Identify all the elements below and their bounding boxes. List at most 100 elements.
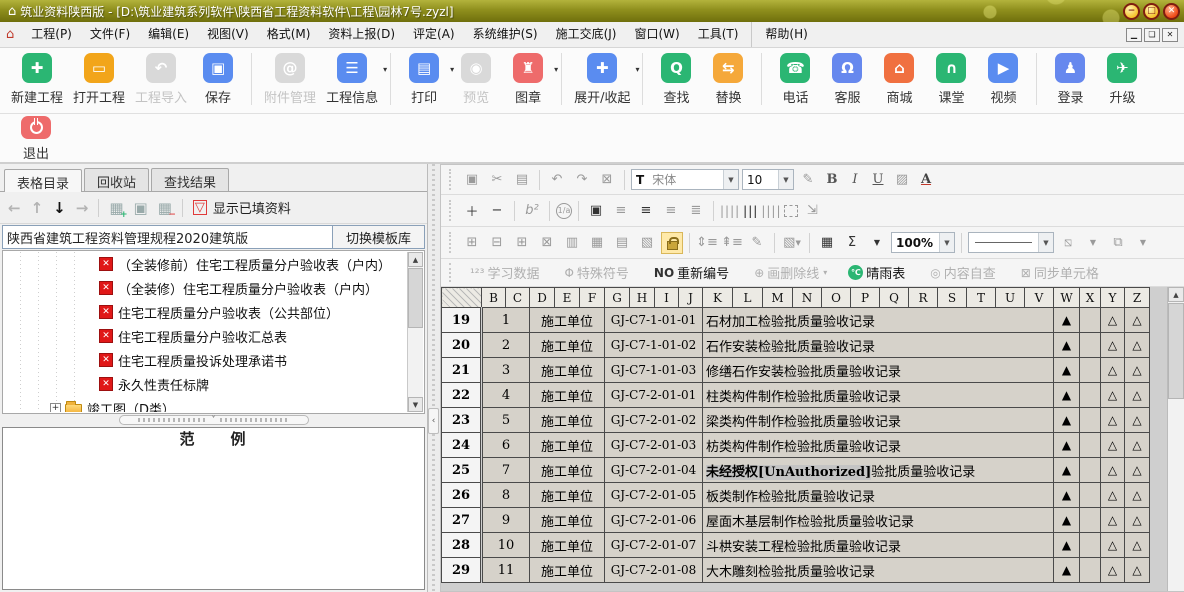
chevron-down-icon[interactable]: ▼ [939, 233, 954, 252]
cell-mark-y[interactable]: △ [1101, 408, 1125, 433]
insert-image-icon[interactable]: ▧▼ [781, 232, 803, 254]
column-header[interactable]: C [506, 288, 530, 308]
editor-action-button[interactable]: ◎ 内容自查 [921, 263, 1009, 282]
cell-seq[interactable]: 2 [482, 333, 530, 358]
cell-mark-z[interactable]: △ [1125, 433, 1150, 458]
chevron-down-icon[interactable]: ▼ [723, 170, 738, 189]
tree-expander-icon[interactable]: + [50, 403, 61, 412]
underline-button[interactable]: U [868, 172, 888, 187]
cell-mark-y[interactable]: △ [1101, 358, 1125, 383]
cell-mark-w[interactable]: ▲ [1054, 558, 1080, 583]
format-painter-icon[interactable]: ✎ [746, 232, 768, 254]
cell-mark-w[interactable]: ▲ [1054, 458, 1080, 483]
toolbar-button[interactable]: @ 附件管理 [259, 53, 321, 106]
cell-name[interactable]: 斗栱安装工程检验批质量验收记录 [703, 533, 1054, 558]
row-header[interactable]: 19 [442, 308, 482, 333]
menu-item[interactable]: 资料上报(D) [319, 22, 404, 47]
menu-item[interactable]: 施工交底(J) [547, 22, 626, 47]
cell-unit[interactable]: 施工单位 [530, 433, 605, 458]
column-header[interactable]: Q [880, 288, 909, 308]
cell-mark-x[interactable] [1080, 358, 1101, 383]
clear-table-icon[interactable]: ⊠ [596, 169, 618, 191]
toolbar-button[interactable]: ✚ 新建工程 [6, 53, 68, 106]
column-header[interactable]: N [793, 288, 822, 308]
diagonal-dropdown-icon[interactable]: ▼ [1082, 232, 1104, 254]
menu-item[interactable]: 帮助(H) [751, 22, 816, 47]
tree-item[interactable]: （全装修）住宅工程质量分户验收表（户内） [4, 276, 407, 300]
align-right-icon[interactable]: ≡ [660, 200, 682, 222]
row-header[interactable]: 28 [442, 533, 482, 558]
toolbar-button[interactable]: ◉ 预览 [450, 53, 502, 106]
cell-name[interactable]: 修缮石作安装检验批质量验收记录 [703, 358, 1054, 383]
cell-unit[interactable]: 施工单位 [530, 408, 605, 433]
shrink-icon[interactable]: ⇲ [801, 200, 823, 222]
cell-mark-x[interactable] [1080, 308, 1101, 333]
cell-seq[interactable]: 3 [482, 358, 530, 383]
menu-item[interactable]: 评定(A) [404, 22, 464, 47]
column-header[interactable]: U [996, 288, 1025, 308]
row-height-icon[interactable]: ⇕≡ [696, 232, 718, 254]
copy-table-icon[interactable]: ▣ [134, 199, 148, 217]
row-header[interactable]: 21 [442, 358, 482, 383]
italic-button[interactable]: I [845, 172, 865, 187]
remove-table-icon[interactable]: ▦− [158, 199, 172, 217]
chevron-down-icon[interactable]: ▼ [1038, 233, 1053, 252]
toolbar-button[interactable]: ↶ 工程导入 [130, 53, 192, 106]
table-border-icon[interactable]: ▧ [636, 232, 658, 254]
column-header[interactable]: J [679, 288, 703, 308]
cell-mark-x[interactable] [1080, 483, 1101, 508]
sidebar-tab[interactable]: 表格目录 [4, 169, 82, 192]
cell-name[interactable]: 梁类构件制作检验批质量验收记录 [703, 408, 1054, 433]
toolbar-button[interactable]: ♜ 图章 ▾ [502, 53, 554, 106]
fill-color-icon[interactable]: ▨ [891, 169, 913, 191]
column-header[interactable]: H [630, 288, 655, 308]
cell-name[interactable]: 石材加工检验批质量验收记录 [703, 308, 1054, 333]
mdi-minimize-button[interactable]: ▁ [1126, 28, 1142, 42]
cell-mark-y[interactable]: △ [1101, 458, 1125, 483]
tree-item[interactable]: 住宅工程质量分户验收汇总表 [4, 324, 407, 348]
switch-template-button[interactable]: 切换模板库 [333, 225, 425, 249]
column-header[interactable]: Y [1101, 288, 1125, 308]
menu-item[interactable]: 工具(T) [689, 22, 748, 47]
add-table-icon[interactable]: ▦+ [109, 199, 123, 217]
cell-seq[interactable]: 4 [482, 383, 530, 408]
font-size-select[interactable]: 10 ▼ [742, 169, 794, 190]
cell-mark-w[interactable]: ▲ [1054, 333, 1080, 358]
cell-unit[interactable]: 施工单位 [530, 308, 605, 333]
sheet-scrollbar[interactable]: ▲ [1167, 287, 1184, 591]
selection-box-icon[interactable] [784, 205, 798, 217]
zoom-in-icon[interactable]: ＋ [461, 200, 483, 222]
scroll-up-icon[interactable]: ▲ [408, 252, 423, 267]
cell-unit[interactable]: 施工单位 [530, 533, 605, 558]
cell-mark-w[interactable]: ▲ [1054, 508, 1080, 533]
insert-row-icon[interactable]: ⊞ [461, 232, 483, 254]
exit-button[interactable]: 退出 [10, 116, 62, 162]
cell-mark-z[interactable]: △ [1125, 508, 1150, 533]
cell-mark-w[interactable]: ▲ [1054, 433, 1080, 458]
diagonal-box-icon[interactable]: ⧉ [1107, 232, 1129, 254]
cell-code[interactable]: GJ-C7-2-01-06 [605, 508, 703, 533]
menu-item[interactable]: 系统维护(S) [464, 22, 547, 47]
cell-code[interactable]: GJ-C7-2-01-04 [605, 458, 703, 483]
toolbar-button[interactable]: ⌂ 商城 [873, 53, 925, 106]
cell-mark-w[interactable]: ▲ [1054, 408, 1080, 433]
cell-mark-w[interactable]: ▲ [1054, 383, 1080, 408]
cell-mark-y[interactable]: △ [1101, 558, 1125, 583]
cell-seq[interactable]: 10 [482, 533, 530, 558]
cell-name[interactable]: 枋类构件制作检验批质量验收记录 [703, 433, 1054, 458]
column-header[interactable]: V [1025, 288, 1054, 308]
row-header[interactable]: 24 [442, 433, 482, 458]
superscript-icon[interactable]: b² [521, 200, 543, 222]
cell-mark-x[interactable] [1080, 533, 1101, 558]
tree-scrollbar[interactable]: ▲ ▼ [407, 252, 423, 412]
toolbar-button[interactable]: ☎ 电话 [769, 53, 821, 106]
cell-unit[interactable]: 施工单位 [530, 483, 605, 508]
font-family-select[interactable]: T 宋体 ▼ [631, 169, 739, 190]
cell-mark-x[interactable] [1080, 383, 1101, 408]
cell-unit[interactable]: 施工单位 [530, 558, 605, 583]
diagonal-box-dropdown-icon[interactable]: ▼ [1132, 232, 1154, 254]
column-header[interactable]: O [822, 288, 851, 308]
cell-mark-z[interactable]: △ [1125, 358, 1150, 383]
cell-mark-z[interactable]: △ [1125, 458, 1150, 483]
toolbar-button[interactable]: ∩ 课堂 [925, 53, 977, 106]
